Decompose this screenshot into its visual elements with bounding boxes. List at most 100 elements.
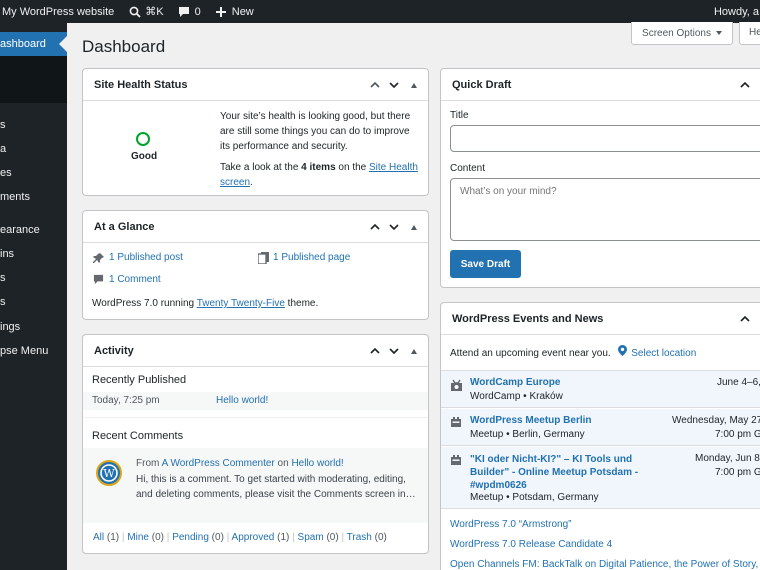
move-up-icon[interactable] [367, 219, 383, 235]
filter-label: Spam [297, 532, 324, 543]
published-date: Today, 7:25 pm [92, 395, 160, 406]
toggle-panel-icon[interactable] [405, 343, 421, 359]
filter-label: Pending [172, 532, 209, 543]
site-name-link[interactable]: My WordPress website [2, 0, 121, 23]
recently-published-heading: Recently Published [92, 374, 187, 386]
sidebar-item-users[interactable]: s [0, 268, 67, 288]
sidebar-item-dashboard[interactable]: ashboard [0, 32, 67, 56]
news-link[interactable]: WordPress 7.0 Release Candidate 4 [450, 539, 612, 550]
widget-title: Site Health Status [94, 78, 188, 91]
plus-icon [215, 5, 228, 18]
comments-link[interactable]: 1 Comment [109, 274, 161, 285]
filter-separator: | [226, 532, 230, 543]
sidebar-item-comments[interactable]: ments [0, 187, 67, 207]
wordcamp-icon [450, 379, 463, 395]
sidebar-item-label: pse Menu [0, 345, 49, 357]
move-up-icon[interactable] [367, 343, 383, 359]
widget-header: WordPress Events and News [441, 303, 760, 335]
filter-pending[interactable]: Pending [172, 532, 209, 543]
news-link[interactable]: WordPress 7.0 “Armstrong” [450, 519, 572, 530]
filter-label: Mine [127, 532, 149, 543]
sidebar-item-appearance[interactable]: earance [0, 220, 67, 240]
draft-content-textarea[interactable] [450, 178, 760, 241]
sidebar-item-posts[interactable]: s [0, 115, 67, 135]
news-link[interactable]: Open Channels FM: BackTalk on Digital Pa… [450, 559, 760, 570]
published-pages-link[interactable]: 1 Published page [273, 252, 350, 263]
filter-mine[interactable]: Mine [127, 532, 149, 543]
running-suffix: theme. [287, 298, 319, 309]
filter-all[interactable]: All [93, 532, 104, 543]
event-date: Monday, Jun 8, [695, 453, 760, 464]
filter-approved[interactable]: Approved [232, 532, 275, 543]
wp-version-text: WordPress 7.0 running Twenty Twenty-Five… [92, 298, 318, 309]
comment-row: W From A WordPress Commenter on Hello wo… [83, 448, 428, 523]
draft-title-input[interactable] [450, 125, 760, 152]
move-up-icon[interactable] [737, 77, 753, 93]
toggle-panel-icon[interactable] [405, 219, 421, 235]
event-date: Wednesday, May 27, [672, 415, 760, 426]
content-label: Content [450, 163, 486, 174]
published-post-link[interactable]: Hello world! [216, 395, 268, 406]
event-link[interactable]: WordPress Meetup Berlin [470, 415, 592, 426]
event-meta: Meetup • Potsdam, Germany [470, 492, 599, 503]
title-label: Title [450, 110, 469, 121]
toggle-panel-icon[interactable] [405, 77, 421, 93]
new-content-button[interactable]: New [208, 0, 261, 23]
event-date: June 4–6, [717, 377, 760, 388]
filter-separator: | [166, 532, 170, 543]
look-mid: on the [338, 162, 367, 173]
comment-icon [93, 273, 104, 288]
widget-title: Activity [94, 344, 134, 357]
filter-spam[interactable]: Spam [298, 532, 324, 543]
move-up-icon[interactable] [367, 77, 383, 93]
items-count: 4 items [301, 162, 336, 173]
move-down-icon[interactable] [386, 77, 402, 93]
theme-link[interactable]: Twenty Twenty-Five [197, 298, 285, 309]
comments-button[interactable]: 0 [171, 0, 208, 23]
admin-sidebar: ashboard s a es ments earance ins s s in… [0, 23, 67, 570]
site-name: My WordPress website [2, 5, 115, 18]
sidebar-item-tools[interactable]: s [0, 292, 67, 312]
health-status-label: Good [131, 151, 158, 162]
event-link[interactable]: "KI oder Nicht-KI?" – KI Tools und Build… [470, 453, 640, 492]
widget-title: Quick Draft [452, 78, 512, 91]
move-up-icon[interactable] [737, 311, 753, 327]
commenter-link[interactable]: A WordPress Commenter [162, 458, 275, 469]
sidebar-item-media[interactable]: a [0, 139, 67, 159]
event-meta: WordCamp • Kraków [470, 391, 563, 402]
move-down-icon[interactable] [386, 219, 402, 235]
on-label: on [277, 458, 289, 469]
recent-comments-heading: Recent Comments [92, 430, 184, 442]
attend-row: Attend an upcoming event near you. Selec… [450, 345, 696, 359]
meetup-icon [450, 454, 462, 469]
screen-options-button[interactable]: Screen Options [631, 22, 733, 45]
sidebar-item-pages[interactable]: es [0, 163, 67, 183]
filter-trash[interactable]: Trash [347, 532, 372, 543]
sidebar-item-plugins[interactable]: ins [0, 244, 67, 264]
sidebar-item-settings[interactable]: ings [0, 317, 67, 337]
admin-bar: My WordPress website ⌘K 0 New Howdy, a [0, 0, 760, 23]
filter-count: (0) [326, 532, 339, 543]
comment-post-link[interactable]: Hello world! [291, 458, 343, 469]
sidebar-item-collapse[interactable]: pse Menu [0, 341, 67, 361]
svg-text:W: W [103, 467, 115, 480]
page-title: Dashboard [82, 37, 166, 56]
event-time: 7:00 pm G [715, 429, 760, 440]
published-row: Today, 7:25 pm Hello world! [83, 392, 428, 410]
account-menu[interactable]: Howdy, a [707, 0, 760, 23]
sidebar-item-label: ments [0, 191, 30, 203]
filter-label: Trash [346, 532, 372, 543]
look-prefix: Take a look at the [220, 162, 299, 173]
event-link[interactable]: WordCamp Europe [470, 377, 560, 388]
help-button[interactable]: He [739, 22, 760, 45]
move-down-icon[interactable] [386, 343, 402, 359]
filter-separator: | [121, 532, 125, 543]
activity-widget: Activity Recently Published Today, 7:25 … [82, 334, 429, 554]
health-status-circle [136, 132, 150, 146]
command-palette-button[interactable]: ⌘K [121, 0, 170, 23]
save-draft-button[interactable]: Save Draft [450, 250, 521, 278]
sidebar-item-label: ins [0, 248, 15, 260]
event-time: 7:00 pm G [715, 467, 760, 478]
published-posts-link[interactable]: 1 Published post [109, 252, 183, 263]
select-location-button[interactable]: Select location [631, 348, 696, 359]
